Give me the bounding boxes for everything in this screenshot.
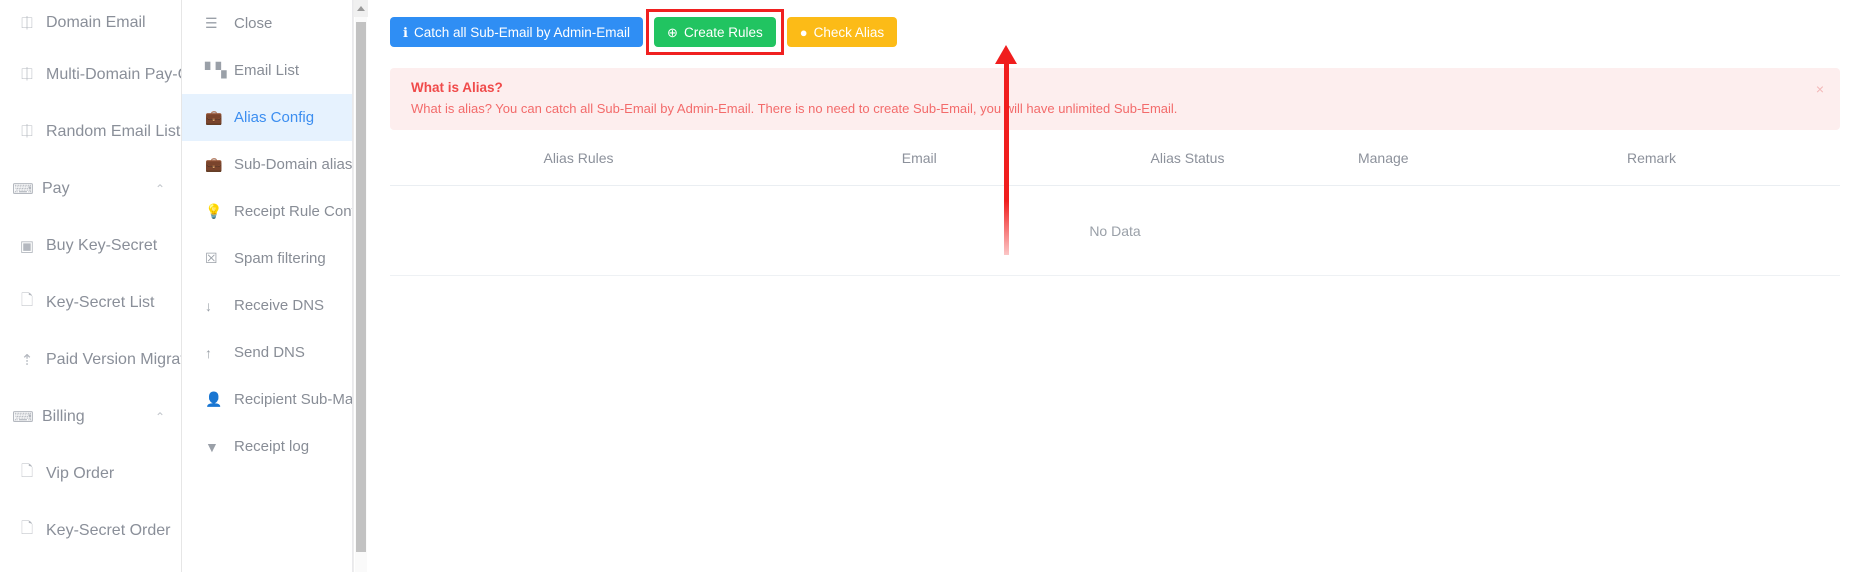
sidebar-item-label: Spam filtering bbox=[234, 250, 326, 267]
table-header-row: Alias Rules Email Alias Status Manage Re… bbox=[390, 130, 1840, 186]
sidebar-item-spam-filtering[interactable]: ☒ Spam filtering bbox=[182, 235, 352, 282]
sidebar-item-label: Domain Email bbox=[46, 14, 146, 31]
sidebar-item-close[interactable]: ☰ Close bbox=[182, 0, 352, 47]
briefcase-icon: 💼 bbox=[205, 156, 223, 172]
sidebar-item-label: Random Email List bbox=[46, 122, 181, 140]
sidebar-item-key-secret-list[interactable]: 🗋 Key-Secret List bbox=[0, 274, 181, 331]
create-rules-button[interactable]: ⊕ Create Rules bbox=[654, 17, 776, 47]
key-secret-order-icon: 🗋 bbox=[20, 520, 34, 537]
sidebar-item-label: Receive DNS bbox=[234, 297, 325, 314]
column-header-email: Email bbox=[901, 149, 937, 166]
sidebar-group-referral-program[interactable]: ☉ Referral Program ⌃ bbox=[0, 559, 181, 572]
catch-all-sub-email-button[interactable]: ℹ Catch all Sub-Email by Admin-Email bbox=[390, 17, 644, 47]
sidebar-item-paid-version-migration[interactable]: ⇡ Paid Version Migration bbox=[0, 331, 181, 388]
scrollbar-thumb[interactable] bbox=[356, 22, 366, 552]
vip-order-icon: 🗋 bbox=[20, 463, 34, 480]
chevron-up-icon[interactable]: ⌃ bbox=[155, 183, 165, 195]
catch-all-label: Catch all Sub-Email by Admin-Email bbox=[413, 24, 631, 40]
sidebar-item-label: Buy Key-Secret bbox=[46, 236, 158, 254]
triangle-down-icon: ▼ bbox=[205, 438, 219, 455]
column-header-alias-rules: Alias Rules bbox=[543, 149, 614, 166]
app-window: ⎅ Domain Email ⎅ Multi-Domain Pay-Group … bbox=[0, 0, 1858, 572]
check-alias-label: Check Alias bbox=[813, 24, 885, 40]
paid-migration-icon: ⇡ bbox=[20, 351, 34, 369]
sidebar-item-sub-domain-alias[interactable]: 💼 Sub-Domain alias bbox=[182, 141, 352, 188]
scrollbar-up-button[interactable] bbox=[354, 0, 368, 17]
main-content: ℹ Catch all Sub-Email by Admin-Email ⊕ C… bbox=[353, 0, 1858, 572]
sidebar-group-pay[interactable]: ⌨ Pay ⌃ bbox=[0, 160, 181, 217]
content-scrollbar[interactable] bbox=[353, 0, 368, 572]
sidebar-item-label: Key-Secret Order bbox=[46, 521, 171, 539]
close-icon[interactable]: × bbox=[1816, 82, 1824, 96]
info-icon: ℹ bbox=[403, 24, 408, 40]
user-icon: 👤 bbox=[205, 391, 223, 407]
sidebar-item-label: Multi-Domain Pay-Group bbox=[46, 65, 181, 83]
arrow-head-icon bbox=[995, 45, 1017, 64]
sidebar-item-label: Paid Version Migration bbox=[46, 350, 181, 368]
secondary-sidebar: ☰ Close ▘▚ Email List 💼 Alias Config 💼 S… bbox=[182, 0, 353, 572]
sidebar-item-label: Close bbox=[234, 15, 273, 32]
create-rules-button-wrap: ⊕ Create Rules bbox=[646, 9, 784, 55]
pay-icon: ⌨ bbox=[12, 180, 34, 198]
alert-title: What is Alias? bbox=[411, 80, 503, 95]
sidebar-item-label: Vip Order bbox=[46, 464, 115, 482]
buy-key-secret-icon: ▣ bbox=[19, 237, 35, 255]
briefcase-icon: 💼 bbox=[205, 109, 223, 125]
sidebar-item-send-dns[interactable]: ↑ Send DNS bbox=[182, 329, 352, 376]
sidebar-item-domain-email[interactable]: ⎅ Domain Email bbox=[0, 0, 181, 46]
bar-chart-icon: ▘▚ bbox=[205, 62, 227, 78]
column-header-alias-status: Alias Status bbox=[1150, 149, 1225, 166]
sidebar-item-receipt-log[interactable]: ▼ Receipt log bbox=[182, 423, 352, 470]
sidebar-item-random-email-list[interactable]: ⎅ Random Email List bbox=[0, 103, 181, 160]
lightbulb-icon: 💡 bbox=[205, 203, 223, 219]
billing-icon: ⌨ bbox=[12, 408, 34, 426]
sidebar-item-label: Alias Config bbox=[234, 109, 315, 126]
sidebar-item-email-list[interactable]: ▘▚ Email List bbox=[182, 47, 352, 94]
action-toolbar: ℹ Catch all Sub-Email by Admin-Email ⊕ C… bbox=[371, 0, 1858, 55]
alert-description: What is alias? You can catch all Sub-Ema… bbox=[411, 101, 1178, 116]
sidebar-item-label: Key-Secret List bbox=[46, 293, 155, 311]
domain-email-icon: ⎅ bbox=[20, 14, 33, 32]
triangle-up-icon bbox=[357, 6, 365, 11]
sidebar-item-label: Email List bbox=[234, 62, 300, 79]
spam-block-icon: ☒ bbox=[205, 250, 218, 266]
sidebar-group-label: Pay bbox=[42, 179, 70, 197]
create-rules-label: Create Rules bbox=[683, 24, 763, 40]
table-empty-state: No Data bbox=[390, 186, 1840, 276]
arrow-up-icon: ↑ bbox=[205, 344, 212, 361]
sidebar-item-recipient-sub-mail[interactable]: 👤 Recipient Sub-Mail bbox=[182, 376, 352, 423]
key-secret-list-icon: 🗋 bbox=[20, 292, 34, 309]
sidebar-item-label: Send DNS bbox=[234, 344, 305, 361]
primary-sidebar: ⎅ Domain Email ⎅ Multi-Domain Pay-Group … bbox=[0, 0, 182, 572]
sidebar-item-label: Receipt log bbox=[234, 438, 310, 455]
lightbulb-icon: ● bbox=[799, 24, 808, 40]
collapse-menu-icon: ☰ bbox=[205, 15, 218, 31]
sidebar-item-vip-order[interactable]: 🗋 Vip Order bbox=[0, 445, 181, 502]
alias-rules-table: Alias Rules Email Alias Status Manage Re… bbox=[390, 130, 1840, 276]
sidebar-item-label: Recipient Sub-Mail bbox=[234, 391, 353, 408]
chevron-up-icon[interactable]: ⌃ bbox=[155, 411, 165, 423]
sidebar-item-key-secret-order[interactable]: 🗋 Key-Secret Order bbox=[0, 502, 181, 559]
sidebar-item-alias-config[interactable]: 💼 Alias Config bbox=[182, 94, 352, 141]
domain-email-icon: ⎅ bbox=[20, 123, 33, 140]
sidebar-group-label: Billing bbox=[42, 407, 85, 425]
sidebar-item-label: Sub-Domain alias bbox=[234, 156, 353, 173]
arrow-down-icon: ↓ bbox=[205, 297, 212, 314]
column-header-manage: Manage bbox=[1357, 149, 1409, 166]
catch-all-button-wrap: ℹ Catch all Sub-Email by Admin-Email bbox=[390, 17, 644, 47]
sidebar-item-label: Receipt Rule Config bbox=[234, 203, 352, 220]
column-header-remark: Remark bbox=[1626, 149, 1676, 166]
alias-info-alert: What is Alias? What is alias? You can ca… bbox=[390, 68, 1840, 130]
domain-email-icon: ⎅ bbox=[20, 66, 33, 83]
plus-circle-icon: ⊕ bbox=[667, 24, 678, 40]
sidebar-item-multi-domain-pay-group[interactable]: ⎅ Multi-Domain Pay-Group bbox=[0, 46, 181, 103]
check-alias-button[interactable]: ● Check Alias bbox=[786, 17, 898, 47]
sidebar-group-billing[interactable]: ⌨ Billing ⌃ bbox=[0, 388, 181, 445]
sidebar-item-buy-key-secret[interactable]: ▣ Buy Key-Secret bbox=[0, 217, 181, 274]
sidebar-item-receive-dns[interactable]: ↓ Receive DNS bbox=[182, 282, 352, 329]
check-alias-button-wrap: ● Check Alias bbox=[786, 17, 898, 47]
sidebar-item-receipt-rule-config[interactable]: 💡 Receipt Rule Config bbox=[182, 188, 352, 235]
